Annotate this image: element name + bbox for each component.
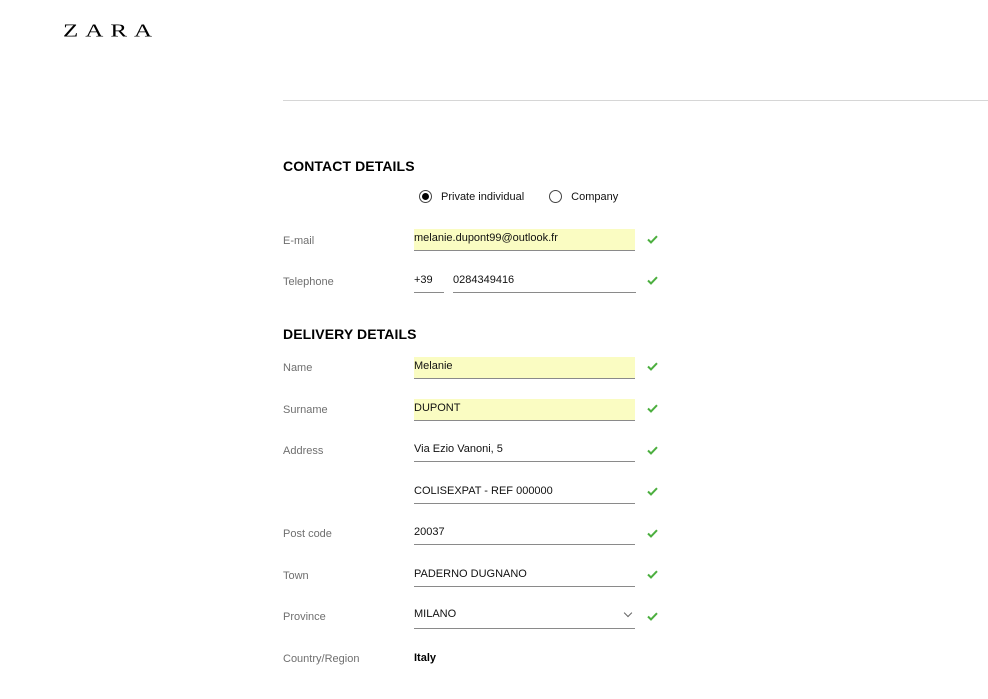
private-individual-radio[interactable]: Private individual — [419, 190, 524, 203]
name-valid-check-icon — [647, 362, 658, 371]
company-radio[interactable]: Company — [549, 190, 618, 203]
chevron-down-icon[interactable] — [623, 608, 633, 618]
address-line1-field[interactable] — [414, 440, 635, 462]
telephone-valid-check-icon — [647, 276, 658, 285]
telephone-label: Telephone — [283, 276, 334, 288]
header-divider — [283, 100, 988, 101]
radio-checked-icon[interactable] — [419, 190, 432, 203]
contact-details-title: CONTACT DETAILS — [283, 158, 415, 174]
surname-label: Surname — [283, 404, 328, 416]
radio-unchecked-icon[interactable] — [549, 190, 563, 203]
province-select[interactable]: MILANO — [414, 607, 635, 629]
company-label[interactable]: Company — [571, 191, 618, 203]
town-valid-check-icon — [647, 570, 658, 579]
email-label: E-mail — [283, 235, 315, 247]
address-label: Address — [283, 445, 324, 457]
email-field[interactable] — [414, 229, 635, 251]
town-label: Town — [283, 570, 309, 582]
zara-logo[interactable]: ZARA — [63, 22, 159, 41]
private-individual-label[interactable]: Private individual — [441, 191, 524, 203]
surname-field[interactable] — [414, 399, 635, 421]
surname-valid-check-icon — [647, 404, 658, 413]
address-line2-valid-check-icon — [647, 487, 658, 496]
address-line1-valid-check-icon — [647, 446, 658, 455]
telephone-number-field[interactable] — [453, 271, 636, 293]
country-region-value: Italy — [414, 652, 437, 664]
province-label: Province — [283, 611, 326, 623]
email-valid-check-icon — [647, 235, 658, 244]
province-valid-check-icon — [647, 612, 658, 621]
name-field[interactable] — [414, 357, 635, 379]
post-code-field[interactable] — [414, 523, 635, 545]
post-code-valid-check-icon — [647, 529, 658, 538]
name-label: Name — [283, 362, 313, 374]
country-region-label: Country/Region — [283, 653, 360, 665]
town-field[interactable] — [414, 565, 635, 587]
delivery-details-title: DELIVERY DETAILS — [283, 326, 417, 342]
customer-type-radio-group: Private individual Company — [419, 190, 618, 203]
province-selected-value[interactable]: MILANO — [414, 608, 456, 620]
telephone-prefix-field[interactable] — [414, 271, 444, 293]
address-line2-field[interactable] — [414, 482, 635, 504]
post-code-label: Post code — [283, 528, 332, 540]
